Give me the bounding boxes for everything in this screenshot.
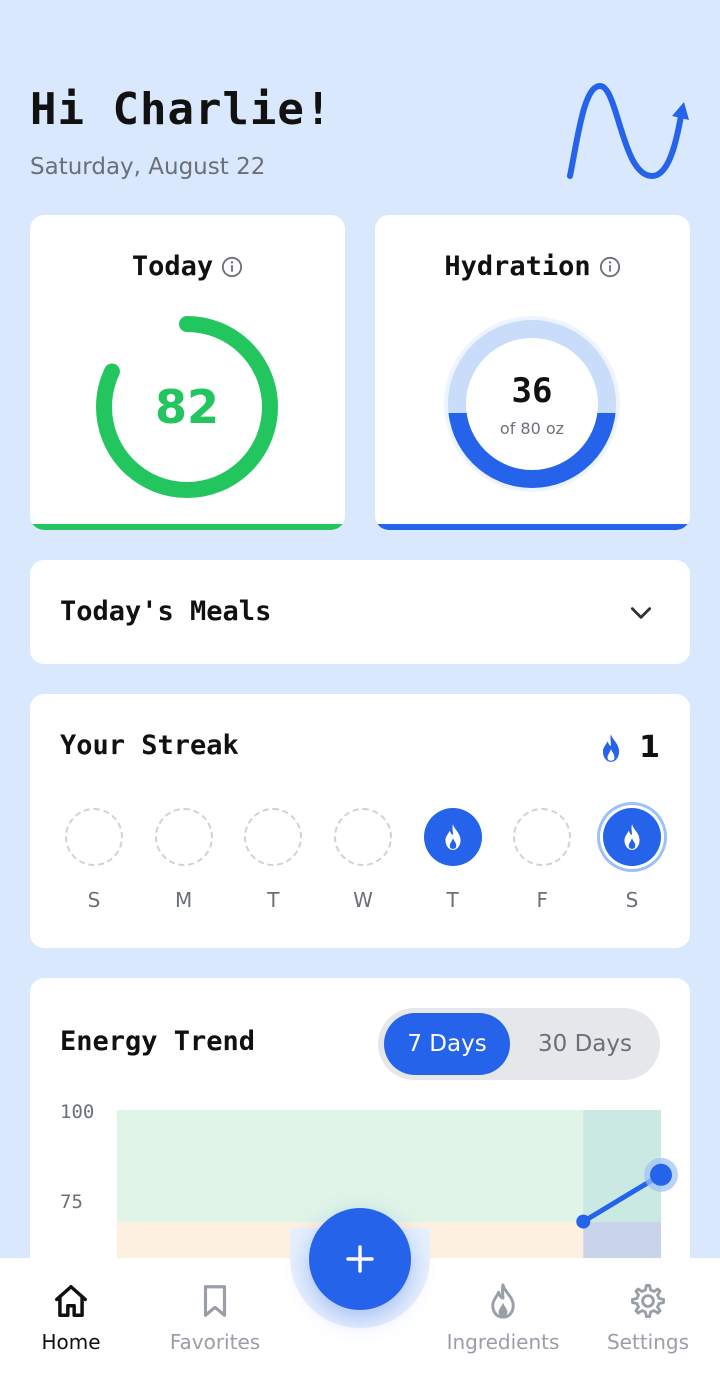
streak-day-empty bbox=[244, 808, 303, 866]
nav-home[interactable]: Home bbox=[11, 1282, 131, 1354]
flame-icon bbox=[491, 1283, 515, 1319]
hydration-card[interactable]: Hydration 36 of 80 oz bbox=[375, 215, 690, 530]
plus-icon bbox=[346, 1245, 374, 1273]
streak-count-badge: 1 bbox=[597, 730, 660, 765]
streak-card: Your Streak 1 S M T W T F S bbox=[30, 694, 690, 948]
hydration-value: 36 bbox=[512, 371, 553, 411]
chevron-down-icon[interactable] bbox=[628, 600, 654, 626]
y-tick-label: 75 bbox=[60, 1191, 83, 1213]
today-title: Today bbox=[131, 251, 214, 282]
streak-day-label: F bbox=[536, 888, 549, 912]
nav-ingredients-label: Ingredients bbox=[446, 1330, 560, 1354]
streak-day-label: M bbox=[175, 888, 193, 912]
hydration-goal: of 80 oz bbox=[500, 419, 564, 438]
streak-day: M bbox=[154, 808, 214, 912]
nav-ingredients[interactable]: Ingredients bbox=[443, 1282, 563, 1354]
add-button[interactable] bbox=[309, 1208, 411, 1310]
streak-day-empty bbox=[65, 808, 123, 866]
streak-day: S bbox=[602, 808, 662, 912]
today-score-card[interactable]: Today 82 bbox=[30, 215, 345, 530]
date-label: Saturday, August 22 bbox=[30, 154, 266, 180]
streak-day: T bbox=[243, 808, 303, 912]
today-score-ring: 82 bbox=[96, 316, 278, 498]
chart-zone-high bbox=[117, 1110, 661, 1222]
hydration-gauge: 36 of 80 oz bbox=[444, 316, 620, 492]
toggle-30-days[interactable]: 30 Days bbox=[520, 1013, 650, 1075]
streak-day-flame bbox=[602, 808, 661, 866]
toggle-7-days[interactable]: 7 Days bbox=[384, 1013, 510, 1075]
meals-title: Today's Meals bbox=[60, 596, 272, 627]
streak-day-label: T bbox=[446, 888, 459, 912]
nav-favorites[interactable]: Favorites bbox=[155, 1282, 275, 1354]
today-accent-bar bbox=[30, 524, 345, 530]
gear-icon bbox=[631, 1284, 665, 1318]
trend-logo-icon bbox=[567, 82, 689, 180]
streak-day-label: W bbox=[353, 888, 373, 912]
streak-day-empty bbox=[333, 808, 392, 866]
streak-day: W bbox=[333, 808, 393, 912]
bookmark-icon bbox=[203, 1285, 227, 1317]
energy-title: Energy Trend bbox=[60, 1026, 256, 1057]
hydration-accent-bar bbox=[375, 524, 690, 530]
range-toggle: 7 Days 30 Days bbox=[378, 1008, 660, 1080]
nav-favorites-label: Favorites bbox=[169, 1330, 261, 1354]
energy-data-point[interactable] bbox=[576, 1214, 591, 1229]
streak-day: T bbox=[423, 808, 483, 912]
hydration-title: Hydration bbox=[444, 251, 591, 282]
greeting-title: Hi Charlie! bbox=[30, 84, 333, 135]
streak-day-label: S bbox=[87, 888, 101, 912]
nav-settings-label: Settings bbox=[606, 1330, 690, 1354]
streak-title: Your Streak bbox=[60, 730, 239, 761]
home-icon bbox=[55, 1285, 87, 1317]
streak-day-label: T bbox=[267, 888, 280, 912]
streak-count-value: 1 bbox=[639, 730, 660, 765]
streak-day-empty bbox=[154, 808, 213, 866]
streak-days: SMTWTFS bbox=[64, 808, 662, 912]
flame-icon bbox=[603, 733, 620, 762]
info-icon[interactable] bbox=[599, 256, 621, 278]
info-icon[interactable] bbox=[221, 256, 243, 278]
nav-home-label: Home bbox=[41, 1330, 101, 1354]
streak-day-flame bbox=[423, 808, 482, 866]
today-score-value: 82 bbox=[155, 380, 219, 434]
streak-day-label: S bbox=[625, 888, 639, 912]
energy-data-point[interactable] bbox=[650, 1163, 672, 1186]
streak-day: F bbox=[512, 808, 572, 912]
todays-meals-accordion[interactable]: Today's Meals bbox=[30, 560, 690, 664]
y-tick-label: 100 bbox=[60, 1101, 94, 1123]
streak-day-empty bbox=[513, 808, 572, 866]
streak-day: S bbox=[64, 808, 124, 912]
nav-settings[interactable]: Settings bbox=[588, 1282, 708, 1354]
